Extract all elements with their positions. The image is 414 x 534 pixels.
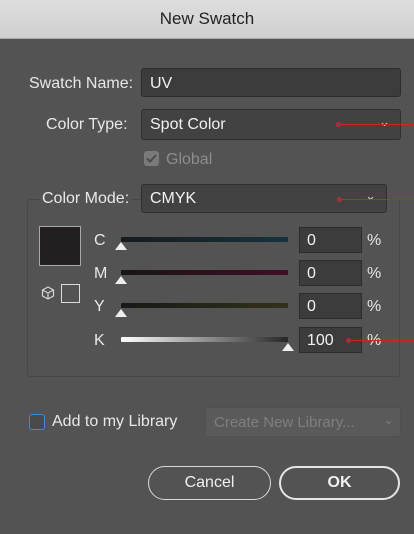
- slider-y-track[interactable]: [121, 303, 288, 308]
- color-type-label: Color Type:: [46, 116, 128, 133]
- ok-button[interactable]: OK: [279, 466, 400, 500]
- channel-m-input[interactable]: 0: [299, 260, 362, 286]
- swatch-name-label: Swatch Name:: [29, 75, 134, 92]
- swatch-name-value: UV: [150, 75, 173, 92]
- callout-line: [351, 340, 414, 341]
- channel-label-c: C: [94, 232, 106, 249]
- channel-k-value: 100: [307, 332, 334, 349]
- channel-y-unit: %: [367, 298, 382, 315]
- channel-y-input[interactable]: 0: [299, 293, 362, 319]
- channel-y-value: 0: [307, 298, 316, 315]
- channel-m-unit: %: [367, 265, 382, 282]
- slider-y-thumb[interactable]: [115, 309, 127, 317]
- channel-c-input[interactable]: 0: [299, 227, 362, 253]
- ok-button-label: OK: [327, 474, 352, 491]
- channel-c-unit: %: [367, 232, 382, 249]
- chevron-down-icon: ⌄: [379, 114, 390, 129]
- cube-icon: [41, 286, 55, 300]
- global-label: Global: [166, 151, 213, 168]
- out-of-gamut-swatch[interactable]: [61, 284, 80, 303]
- swatch-preview: [39, 226, 81, 266]
- swatch-name-field[interactable]: UV: [141, 68, 401, 97]
- chevron-down-icon: ⌄: [383, 412, 394, 427]
- color-mode-value: CMYK: [150, 190, 197, 207]
- dialog-title: New Swatch: [159, 9, 255, 28]
- slider-c-thumb[interactable]: [115, 242, 127, 250]
- cancel-button[interactable]: Cancel: [148, 466, 271, 500]
- callout-line: [342, 199, 414, 200]
- library-dropdown-value: Create New Library...: [214, 414, 355, 431]
- slider-m-track[interactable]: [121, 270, 288, 275]
- slider-m-thumb[interactable]: [115, 276, 127, 284]
- slider-c-track[interactable]: [121, 237, 288, 242]
- callout-line: [341, 124, 414, 125]
- global-checkbox[interactable]: [144, 151, 159, 166]
- color-mode-label: Color Mode:: [40, 190, 132, 208]
- checkmark-icon: [146, 154, 157, 163]
- channel-label-y: Y: [94, 298, 105, 315]
- chevron-down-icon: ⌄: [365, 188, 376, 203]
- add-to-library-checkbox[interactable]: [29, 414, 45, 430]
- slider-k-thumb[interactable]: [282, 343, 294, 351]
- channel-label-m: M: [94, 265, 108, 282]
- add-to-library-label: Add to my Library: [52, 413, 178, 430]
- channel-label-k: K: [94, 332, 105, 349]
- channel-c-value: 0: [307, 232, 316, 249]
- channel-m-value: 0: [307, 265, 316, 282]
- slider-k-track[interactable]: [121, 337, 288, 342]
- color-type-value: Spot Color: [150, 116, 226, 133]
- library-dropdown[interactable]: Create New Library... ⌄: [205, 407, 401, 437]
- dialog-titlebar: New Swatch: [0, 0, 414, 39]
- channel-k-unit: %: [367, 332, 382, 349]
- cancel-button-label: Cancel: [184, 474, 235, 491]
